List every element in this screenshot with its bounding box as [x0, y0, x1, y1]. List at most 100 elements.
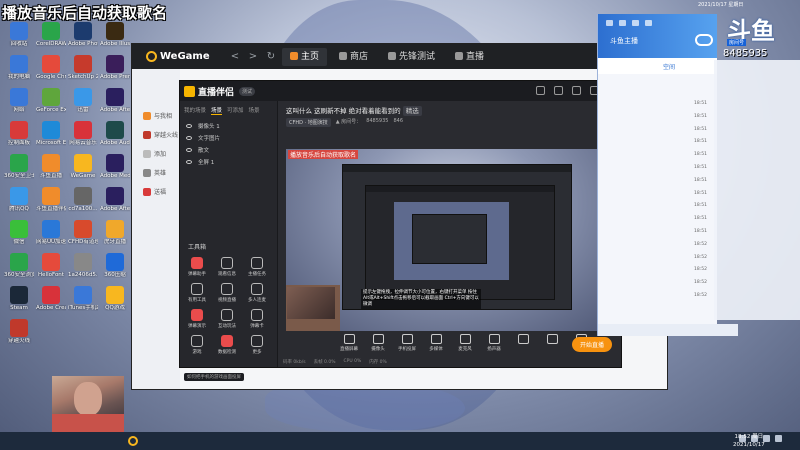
- toolbox-item[interactable]: 互动玩法: [214, 309, 240, 329]
- desktop-icon[interactable]: 网络: [4, 88, 34, 113]
- control-button[interactable]: 手机投屏: [395, 333, 419, 352]
- desktop-icon[interactable]: 360压缩: [100, 253, 130, 278]
- desktop-icon[interactable]: Adobe Media...: [100, 154, 130, 179]
- desktop-icon[interactable]: 穿越火线: [4, 319, 34, 344]
- sidebar-item-gift[interactable]: 送福: [143, 187, 166, 196]
- back-arrow-icon[interactable]: <: [228, 51, 242, 62]
- status-bar: 码率 0kb/s 丢帧 0.0% CPU 0% 内存 0%: [283, 359, 617, 365]
- desktop-icon[interactable]: QQ游戏: [100, 286, 130, 311]
- toolbox-item[interactable]: 弹幕卡: [244, 309, 270, 329]
- toolbox-item[interactable]: 观看信息: [214, 257, 240, 277]
- stream-preview[interactable]: 播放音乐后自动获取歌名 提示左键拖拽，拉伸调节大小可位置，右键打开菜单 按住Al…: [286, 149, 620, 331]
- live-companion-window[interactable]: 直播伴侣 测试 我的场景 场景 可添加 场景 摄像头 1 文字图片 散文 全屏 …: [179, 80, 622, 381]
- tab-my-scenes[interactable]: 我的场景: [184, 106, 206, 115]
- tab-store[interactable]: 商店: [331, 48, 376, 66]
- toolbox-item[interactable]: 有用工具: [184, 283, 210, 303]
- desktop-icon[interactable]: Adobe Creati...: [36, 286, 66, 311]
- tab-scene-2[interactable]: 场景: [249, 106, 260, 115]
- toolbox-item[interactable]: 游戏: [184, 335, 210, 355]
- desktop-icon[interactable]: Adobe After Effects: [100, 187, 130, 212]
- taskbar-clock[interactable]: 18:52 周日 2021/10/17: [733, 433, 765, 449]
- skin-icon[interactable]: [536, 86, 545, 95]
- settings-icon[interactable]: [572, 86, 581, 95]
- wegame-taskbar-icon[interactable]: [128, 436, 138, 446]
- projection-tip[interactable]: 如何把手机的游戏画面投屏: [184, 373, 244, 381]
- control-button[interactable]: 麦克风: [453, 333, 477, 352]
- chat-panel[interactable]: 斗鱼主播 空间 18:51 18:51 18:51 18:51 18:51 18:51 18…: [597, 14, 738, 336]
- eye-icon[interactable]: [186, 160, 192, 164]
- room-title[interactable]: 这叫什么 这刷新不掉 绝对看着能看到的: [286, 107, 401, 115]
- tab-pioneer-test[interactable]: 先锋测试: [380, 48, 443, 66]
- desktop-icon[interactable]: CFHD有道理: [68, 220, 98, 245]
- desktop-icon[interactable]: GeForce Experience: [36, 88, 66, 113]
- chat-sub-tab[interactable]: 空间: [598, 58, 717, 74]
- desktop-icon[interactable]: 虎牙直播: [100, 220, 130, 245]
- mail-icon[interactable]: [606, 20, 613, 26]
- desktop-icon[interactable]: 我的电脑: [4, 55, 34, 80]
- desktop-icon[interactable]: HelloFont: [36, 253, 66, 278]
- desktop-icon[interactable]: 斗鱼直播伴侣: [36, 187, 66, 212]
- refresh-icon[interactable]: ↻: [264, 51, 278, 62]
- tray-chat-icon[interactable]: [775, 435, 782, 442]
- user-icon[interactable]: [632, 20, 639, 26]
- desktop-icon[interactable]: Adobe Audition: [100, 121, 130, 146]
- control-button[interactable]: 直播屏幕: [337, 333, 361, 352]
- message-icon[interactable]: [554, 86, 563, 95]
- desktop-icon[interactable]: iTunes手机助手: [68, 286, 98, 311]
- desktop-icon[interactable]: SketchUp 2020: [68, 55, 98, 80]
- sidebar-item-cf[interactable]: 穿越火线: [143, 130, 178, 139]
- desktop-icon[interactable]: Steam: [4, 286, 34, 311]
- control-button[interactable]: 摄像头: [366, 333, 390, 352]
- desktop-icon[interactable]: 斗鱼直播: [36, 154, 66, 179]
- control-button[interactable]: 扬声器: [482, 333, 506, 352]
- toolbox-item[interactable]: 数据检测: [214, 335, 240, 355]
- star-icon[interactable]: [619, 20, 626, 26]
- scene-item[interactable]: 摄像头 1: [180, 120, 277, 132]
- desktop-icon[interactable]: Adobe Premiere: [100, 55, 130, 80]
- forward-arrow-icon[interactable]: >: [246, 51, 260, 62]
- desktop-icon[interactable]: WeGame: [68, 154, 98, 179]
- desktop-icon[interactable]: Adobe Photosho...: [68, 22, 98, 47]
- desktop-icon[interactable]: Adobe Illustra...: [100, 22, 130, 47]
- sidebar-item-add[interactable]: 添加: [143, 149, 166, 158]
- room-category[interactable]: CFHD · 地图演技: [286, 118, 331, 127]
- scene-item[interactable]: 散文: [180, 144, 277, 156]
- desktop-icon[interactable]: 控制面板: [4, 121, 34, 146]
- desktop-icon[interactable]: 1a2406d5...: [68, 253, 98, 278]
- grid-icon[interactable]: [645, 20, 652, 26]
- scene-item[interactable]: 文字图片: [180, 132, 277, 144]
- desktop-icon[interactable]: Adobe After...: [100, 88, 130, 113]
- desktop-icon[interactable]: 360安全卫士: [4, 154, 34, 179]
- toolbox-item[interactable]: 多人连麦: [244, 283, 270, 303]
- desktop-icon[interactable]: cd7a100...: [68, 187, 98, 212]
- desktop-icon[interactable]: 360安全浏览器: [4, 253, 34, 278]
- toolbox-item[interactable]: 更多: [244, 335, 270, 355]
- desktop-icon[interactable]: 微信: [4, 220, 34, 245]
- start-live-button[interactable]: 开始直播: [571, 337, 612, 352]
- desktop-icon[interactable]: 腾讯QQ: [4, 187, 34, 212]
- scene-item[interactable]: 全屏 1: [180, 156, 277, 168]
- eye-icon[interactable]: [186, 136, 192, 140]
- toolbox-item[interactable]: 弹幕演示: [184, 309, 210, 329]
- desktop-icon[interactable]: Microsoft Edge: [36, 121, 66, 146]
- eye-icon[interactable]: [186, 148, 192, 152]
- tab-scene[interactable]: 场景: [211, 106, 223, 115]
- desktop-icon[interactable]: 网易云音乐: [68, 121, 98, 146]
- control-button[interactable]: 多媒体: [424, 333, 448, 352]
- desktop-icon[interactable]: 网易UU加速: [36, 220, 66, 245]
- desktop-icon[interactable]: Google Chrome: [36, 55, 66, 80]
- toolbox-item[interactable]: 主播任务: [244, 257, 270, 277]
- desktop-icon[interactable]: 迅雷: [68, 88, 98, 113]
- desktop-icon[interactable]: CorelDRAW 2020: [36, 22, 66, 47]
- control-button[interactable]: [540, 333, 564, 346]
- tab-home[interactable]: 主页: [282, 47, 328, 66]
- sidebar-item-hero[interactable]: 英雄: [143, 168, 166, 177]
- tab-live[interactable]: 直播: [447, 48, 492, 66]
- toolbox-item[interactable]: 弹幕助手: [184, 257, 210, 277]
- control-button[interactable]: [511, 333, 535, 346]
- toolbox-item[interactable]: 视频直播: [214, 283, 240, 303]
- eye-icon[interactable]: [186, 124, 192, 128]
- tab-addable[interactable]: 可添加: [227, 106, 244, 115]
- desktop-icon[interactable]: 回收站: [4, 22, 34, 47]
- sidebar-item-related[interactable]: 与我相: [143, 111, 172, 120]
